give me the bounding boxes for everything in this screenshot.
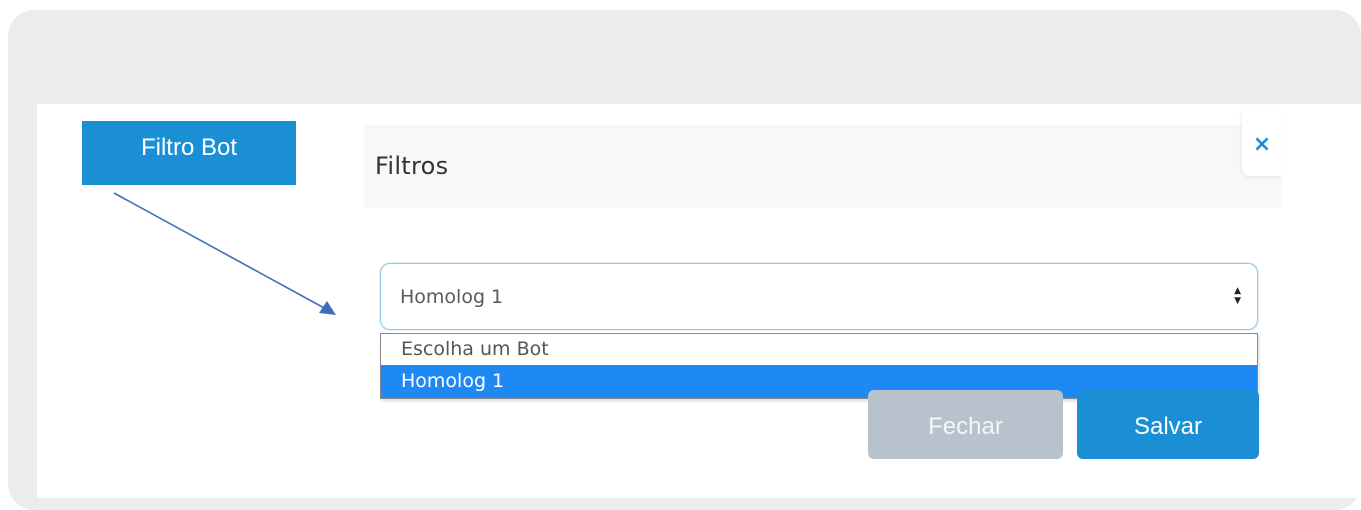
close-button[interactable]: ×	[1242, 112, 1282, 176]
bot-select[interactable]: Homolog 1 ▲ ▼	[380, 263, 1258, 330]
save-button-label: Salvar	[1133, 412, 1203, 440]
close-icon: ×	[1252, 132, 1272, 157]
save-button[interactable]: Salvar	[1077, 390, 1259, 459]
select-caret-icon: ▲ ▼	[1234, 286, 1241, 306]
close-modal-button-label: Fechar	[928, 412, 1003, 440]
modal-title: Filtros	[375, 152, 449, 180]
bot-select-value: Homolog 1	[400, 286, 504, 308]
modal-header: Filtros	[364, 125, 1282, 208]
close-modal-button[interactable]: Fechar	[868, 390, 1063, 459]
dropdown-option[interactable]: Escolha um Bot	[381, 334, 1257, 365]
